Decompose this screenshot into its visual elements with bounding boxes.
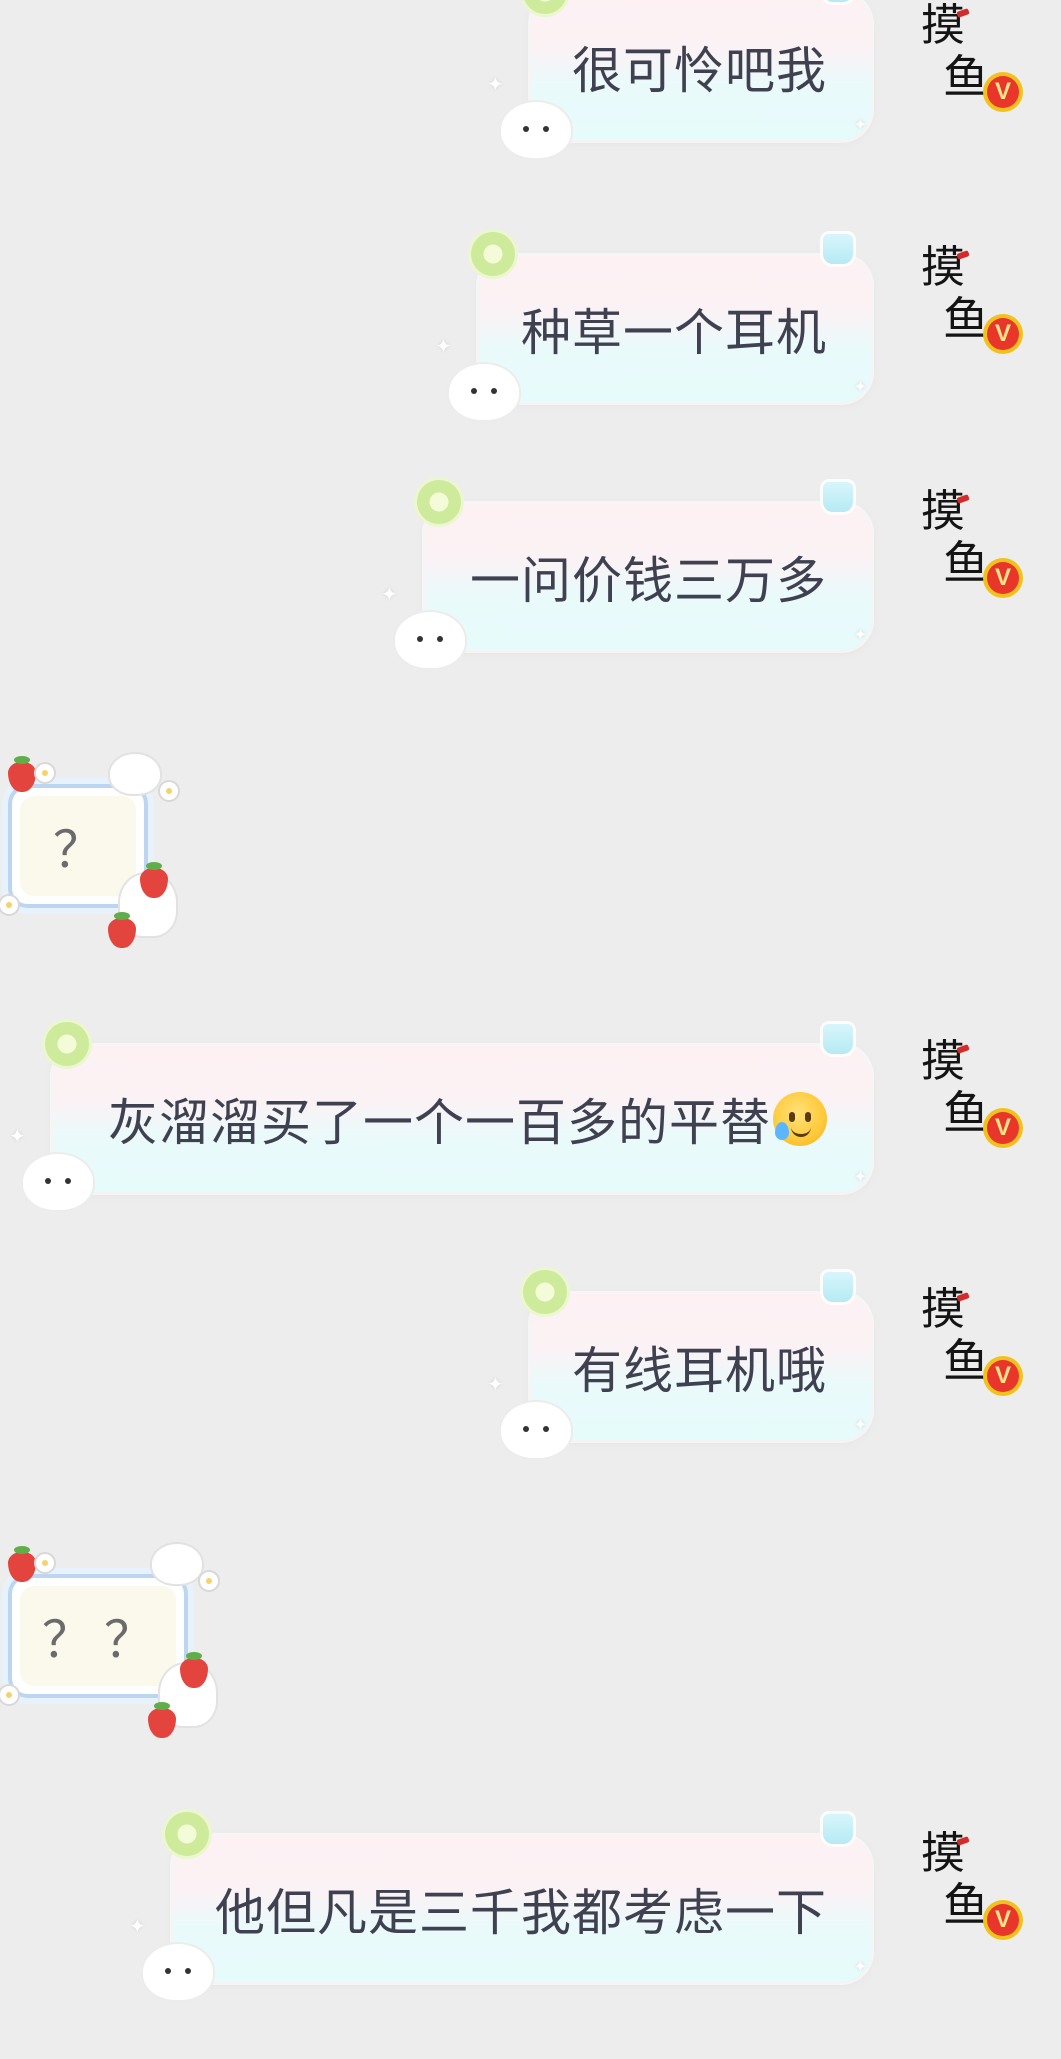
message-text: 种草一个耳机: [521, 304, 827, 362]
cup-sticker-icon: [823, 1814, 853, 1844]
avatar[interactable]: 摸 鱼 V: [907, 1828, 1023, 1956]
incoming-bubble[interactable]: ？: [0, 754, 178, 948]
sparkle-icon: ✦: [9, 1124, 26, 1148]
outgoing-bubble[interactable]: ✦ ✦ 有线耳机哦: [487, 1270, 871, 1458]
cup-sticker-icon: [823, 0, 853, 2]
verified-badge-icon: V: [983, 1900, 1023, 1940]
avatar[interactable]: 摸 鱼 V: [907, 242, 1023, 370]
flower-sticker-icon: [0, 896, 18, 914]
bunny-sticker-icon: [143, 1944, 213, 2000]
flower-sticker-icon: [36, 1554, 54, 1572]
outgoing-bubble[interactable]: ✦ ✦ 一问价钱三万多: [381, 480, 871, 668]
message-text: 有线耳机哦: [572, 1342, 827, 1400]
sparkle-icon: ✦: [853, 625, 867, 644]
flower-sticker-icon: [160, 782, 178, 800]
verified-badge-icon: V: [983, 72, 1023, 112]
outgoing-bubble-wrap: ✦ ✦ 种草一个耳机: [435, 232, 871, 420]
cup-sticker-icon: [823, 1272, 853, 1302]
outgoing-bubble-wrap: ✦ ✦ 灰溜溜买了一个一百多的平替: [9, 1022, 871, 1210]
lime-sticker-icon: [523, 0, 567, 14]
smiling-face-with-tear-icon: [773, 1092, 827, 1146]
cup-sticker-icon: [823, 1024, 853, 1054]
avatar[interactable]: 摸 鱼 V: [907, 0, 1023, 128]
outgoing-bubble-wrap: ✦ ✦ 他但凡是三千我都考虑一下: [129, 1812, 871, 2000]
sparkle-icon: ✦: [129, 1914, 146, 1938]
bunny-sticker-icon: [449, 364, 519, 420]
strawberry-sticker-icon: [108, 912, 136, 948]
kitten-sticker-icon: [152, 1544, 202, 1584]
flower-sticker-icon: [36, 764, 54, 782]
outgoing-bubble[interactable]: ✦ ✦ 种草一个耳机: [435, 232, 871, 420]
lime-sticker-icon: [45, 1022, 89, 1066]
sparkle-icon: ✦: [435, 334, 452, 358]
sparkle-icon: ✦: [853, 1167, 867, 1186]
sparkle-icon: ✦: [853, 1957, 867, 1976]
bunny-sticker-icon: [501, 1402, 571, 1458]
lime-sticker-icon: [417, 480, 461, 524]
outgoing-bubble-wrap: ✦ ✦ 一问价钱三万多: [381, 480, 871, 668]
kitten-sticker-icon: [110, 754, 160, 794]
incoming-bubble-wrap: ？？: [0, 1544, 218, 1738]
strawberry-sticker-icon: [8, 1546, 36, 1582]
message-text: 一问价钱三万多: [470, 552, 827, 610]
incoming-bubble-inner: ？: [20, 796, 136, 896]
verified-badge-icon: V: [983, 1356, 1023, 1396]
message-text: 灰溜溜买了一个一百多的平替: [108, 1094, 771, 1152]
message-text: ？？: [42, 1611, 166, 1669]
incoming-bubble-inner: ？？: [20, 1586, 176, 1686]
bunny-sticker-icon: [395, 612, 465, 668]
lime-sticker-icon: [471, 232, 515, 276]
verified-badge-icon: V: [983, 558, 1023, 598]
verified-badge-icon: V: [983, 1108, 1023, 1148]
avatar[interactable]: 摸 鱼 V: [907, 486, 1023, 614]
message-text: 他但凡是三千我都考虑一下: [215, 1884, 827, 1942]
flower-sticker-icon: [0, 1686, 18, 1704]
avatar[interactable]: 摸 鱼 V: [907, 1036, 1023, 1164]
bunny-sticker-icon: [501, 102, 571, 158]
flower-sticker-icon: [200, 1572, 218, 1590]
sparkle-icon: ✦: [853, 115, 867, 134]
sparkle-icon: ✦: [487, 72, 504, 96]
message-text: 很可怜吧我: [572, 42, 827, 100]
cup-sticker-icon: [823, 234, 853, 264]
sparkle-icon: ✦: [853, 1415, 867, 1434]
message-text: ？: [53, 821, 115, 879]
outgoing-bubble[interactable]: ✦ ✦ 灰溜溜买了一个一百多的平替: [9, 1022, 871, 1210]
sparkle-icon: ✦: [487, 1372, 504, 1396]
verified-badge-icon: V: [983, 314, 1023, 354]
strawberry-sticker-icon: [148, 1702, 176, 1738]
outgoing-bubble[interactable]: ✦ ✦ 他但凡是三千我都考虑一下: [129, 1812, 871, 2000]
avatar[interactable]: 摸 鱼 V: [907, 1284, 1023, 1412]
cup-sticker-icon: [823, 482, 853, 512]
sparkle-icon: ✦: [853, 377, 867, 396]
lime-sticker-icon: [165, 1812, 209, 1856]
outgoing-bubble[interactable]: ✦ ✦ 很可怜吧我: [487, 0, 871, 158]
bunny-sticker-icon: [23, 1154, 93, 1210]
outgoing-bubble-wrap: ✦ ✦ 有线耳机哦: [487, 1270, 871, 1458]
lime-sticker-icon: [523, 1270, 567, 1314]
outgoing-bubble-wrap: ✦ ✦ 很可怜吧我: [487, 0, 871, 158]
sparkle-icon: ✦: [381, 582, 398, 606]
incoming-bubble-wrap: ？: [0, 754, 178, 948]
strawberry-sticker-icon: [8, 756, 36, 792]
incoming-bubble[interactable]: ？？: [0, 1544, 218, 1738]
